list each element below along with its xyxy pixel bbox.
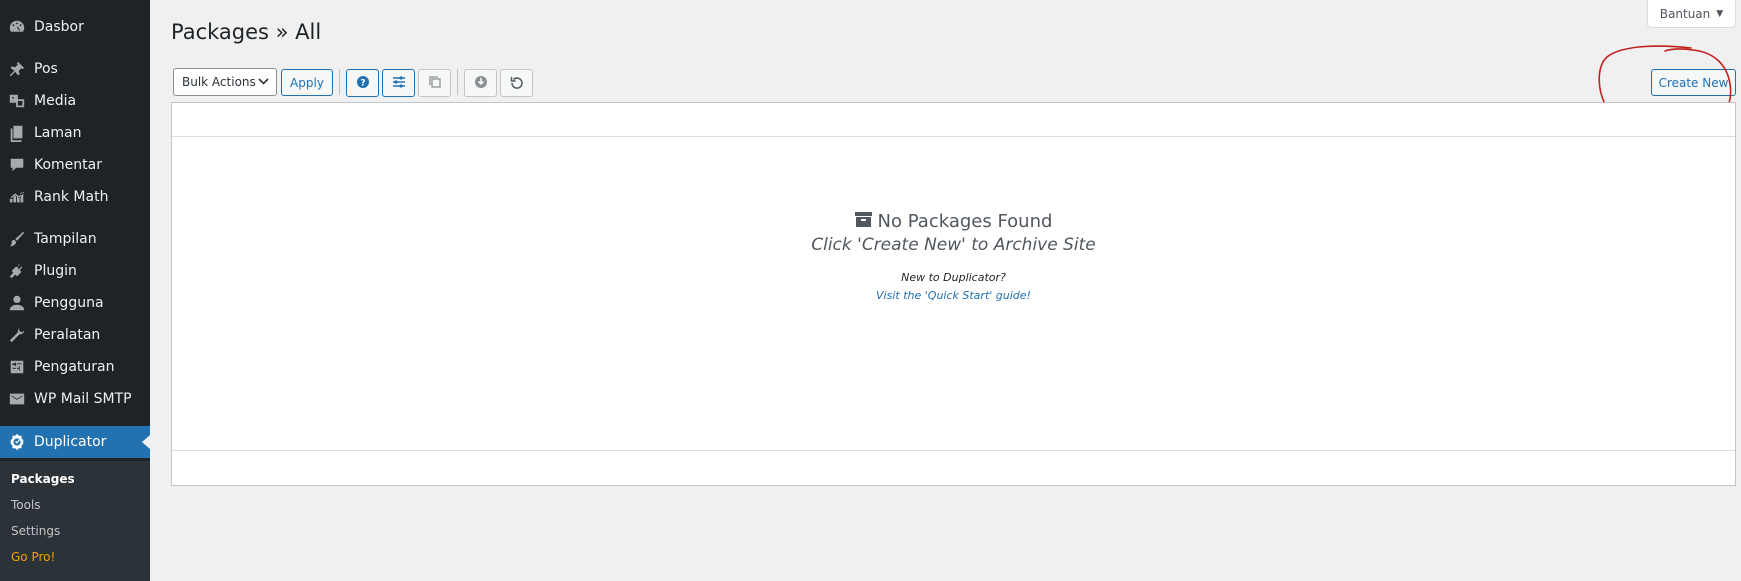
sidebar-item-wp-mail-smtp[interactable]: WP Mail SMTP [0,384,150,414]
sidebar-item-label: WP Mail SMTP [34,391,132,407]
sidebar-item-duplicator[interactable]: Duplicator [0,426,150,458]
active-indicator [142,435,150,449]
sidebar-item-label: Duplicator [34,434,107,450]
table-footer-divider [172,450,1735,451]
sidebar-item-label: Pengguna [34,295,104,311]
create-new-button[interactable]: Create New [1651,69,1736,96]
pin-icon [0,60,34,78]
filter-icon [392,75,406,92]
media-icon [0,92,34,110]
wrench-icon [0,326,34,344]
settings-icon [0,358,34,376]
quick-start-link[interactable]: Visit the 'Quick Start' guide! [876,289,1031,302]
svg-text:?: ? [360,78,365,88]
sidebar-item-label: Plugin [34,263,77,279]
sidebar-item-label: Tampilan [34,231,97,247]
sidebar-item-label: Peralatan [34,327,101,343]
submenu-settings[interactable]: Settings [11,524,60,538]
empty-state: No Packages Found Click 'Create New' to … [172,211,1735,303]
submenu-packages[interactable]: Packages [11,472,75,486]
sidebar-item-label: Komentar [34,157,102,173]
user-icon [0,294,34,312]
bulk-actions-select[interactable]: Bulk Actions [173,68,277,96]
plugin-icon [0,262,34,280]
submenu-go-pro[interactable]: Go Pro! [11,550,55,564]
sidebar-item-pos[interactable]: Pos [0,54,150,84]
caret-down-icon: ▼ [1716,8,1724,19]
chevron-down-icon [258,76,269,89]
table-header-row [172,103,1735,137]
page-title: Packages » All [171,20,322,44]
sidebar-item-label: Laman [34,125,82,141]
pages-icon [0,124,34,142]
sidebar-item-tampilan[interactable]: Tampilan [0,224,150,254]
sidebar-item-komentar[interactable]: Komentar [0,150,150,180]
help-tab[interactable]: Bantuan ▼ [1647,0,1736,28]
archive-icon [854,211,872,232]
sidebar-item-pengguna[interactable]: Pengguna [0,288,150,318]
packages-table: No Packages Found Click 'Create New' to … [171,102,1736,486]
undo-button[interactable] [500,69,533,97]
chart-icon [0,188,34,206]
sidebar-item-label: Dasbor [34,19,84,35]
download-button[interactable] [464,69,497,97]
apply-button[interactable]: Apply [281,69,333,96]
download-icon [474,75,488,92]
brush-icon [0,230,34,248]
sidebar-item-pengaturan[interactable]: Pengaturan [0,352,150,382]
duplicator-icon [0,433,34,451]
undo-icon [510,75,524,92]
bulk-actions-label: Bulk Actions [182,75,256,89]
admin-sidebar: Dasbor Pos Media Laman Komentar Rank Mat… [0,0,150,581]
duplicator-submenu: Packages Tools Settings Go Pro! [0,461,150,581]
help-label: Bantuan [1659,6,1711,21]
sidebar-item-peralatan[interactable]: Peralatan [0,320,150,350]
copy-icon [428,75,442,92]
new-to-duplicator-text: New to Duplicator? [901,271,1006,284]
toolbar-separator [457,69,458,95]
sidebar-item-label: Pengaturan [34,359,115,375]
empty-state-subtitle: Click 'Create New' to Archive Site [811,235,1096,255]
sidebar-item-plugin[interactable]: Plugin [0,256,150,286]
sidebar-item-media[interactable]: Media [0,86,150,116]
sidebar-item-rank-math[interactable]: Rank Math [0,182,150,212]
help-button[interactable]: ? [346,69,379,97]
filter-button[interactable] [382,69,415,97]
mail-icon [0,390,34,408]
sidebar-item-label: Media [34,93,77,109]
empty-state-title: No Packages Found [854,211,1053,232]
dashboard-icon [0,18,34,36]
sidebar-item-label: Pos [34,61,58,77]
copy-button[interactable] [418,69,451,97]
toolbar-separator [339,69,340,95]
submenu-tools[interactable]: Tools [11,498,41,512]
sidebar-item-laman[interactable]: Laman [0,118,150,148]
comment-icon [0,156,34,174]
sidebar-item-label: Rank Math [34,189,109,205]
sidebar-item-dasbor[interactable]: Dasbor [0,12,150,42]
help-icon: ? [356,75,370,92]
empty-state-title-text: No Packages Found [877,211,1053,232]
